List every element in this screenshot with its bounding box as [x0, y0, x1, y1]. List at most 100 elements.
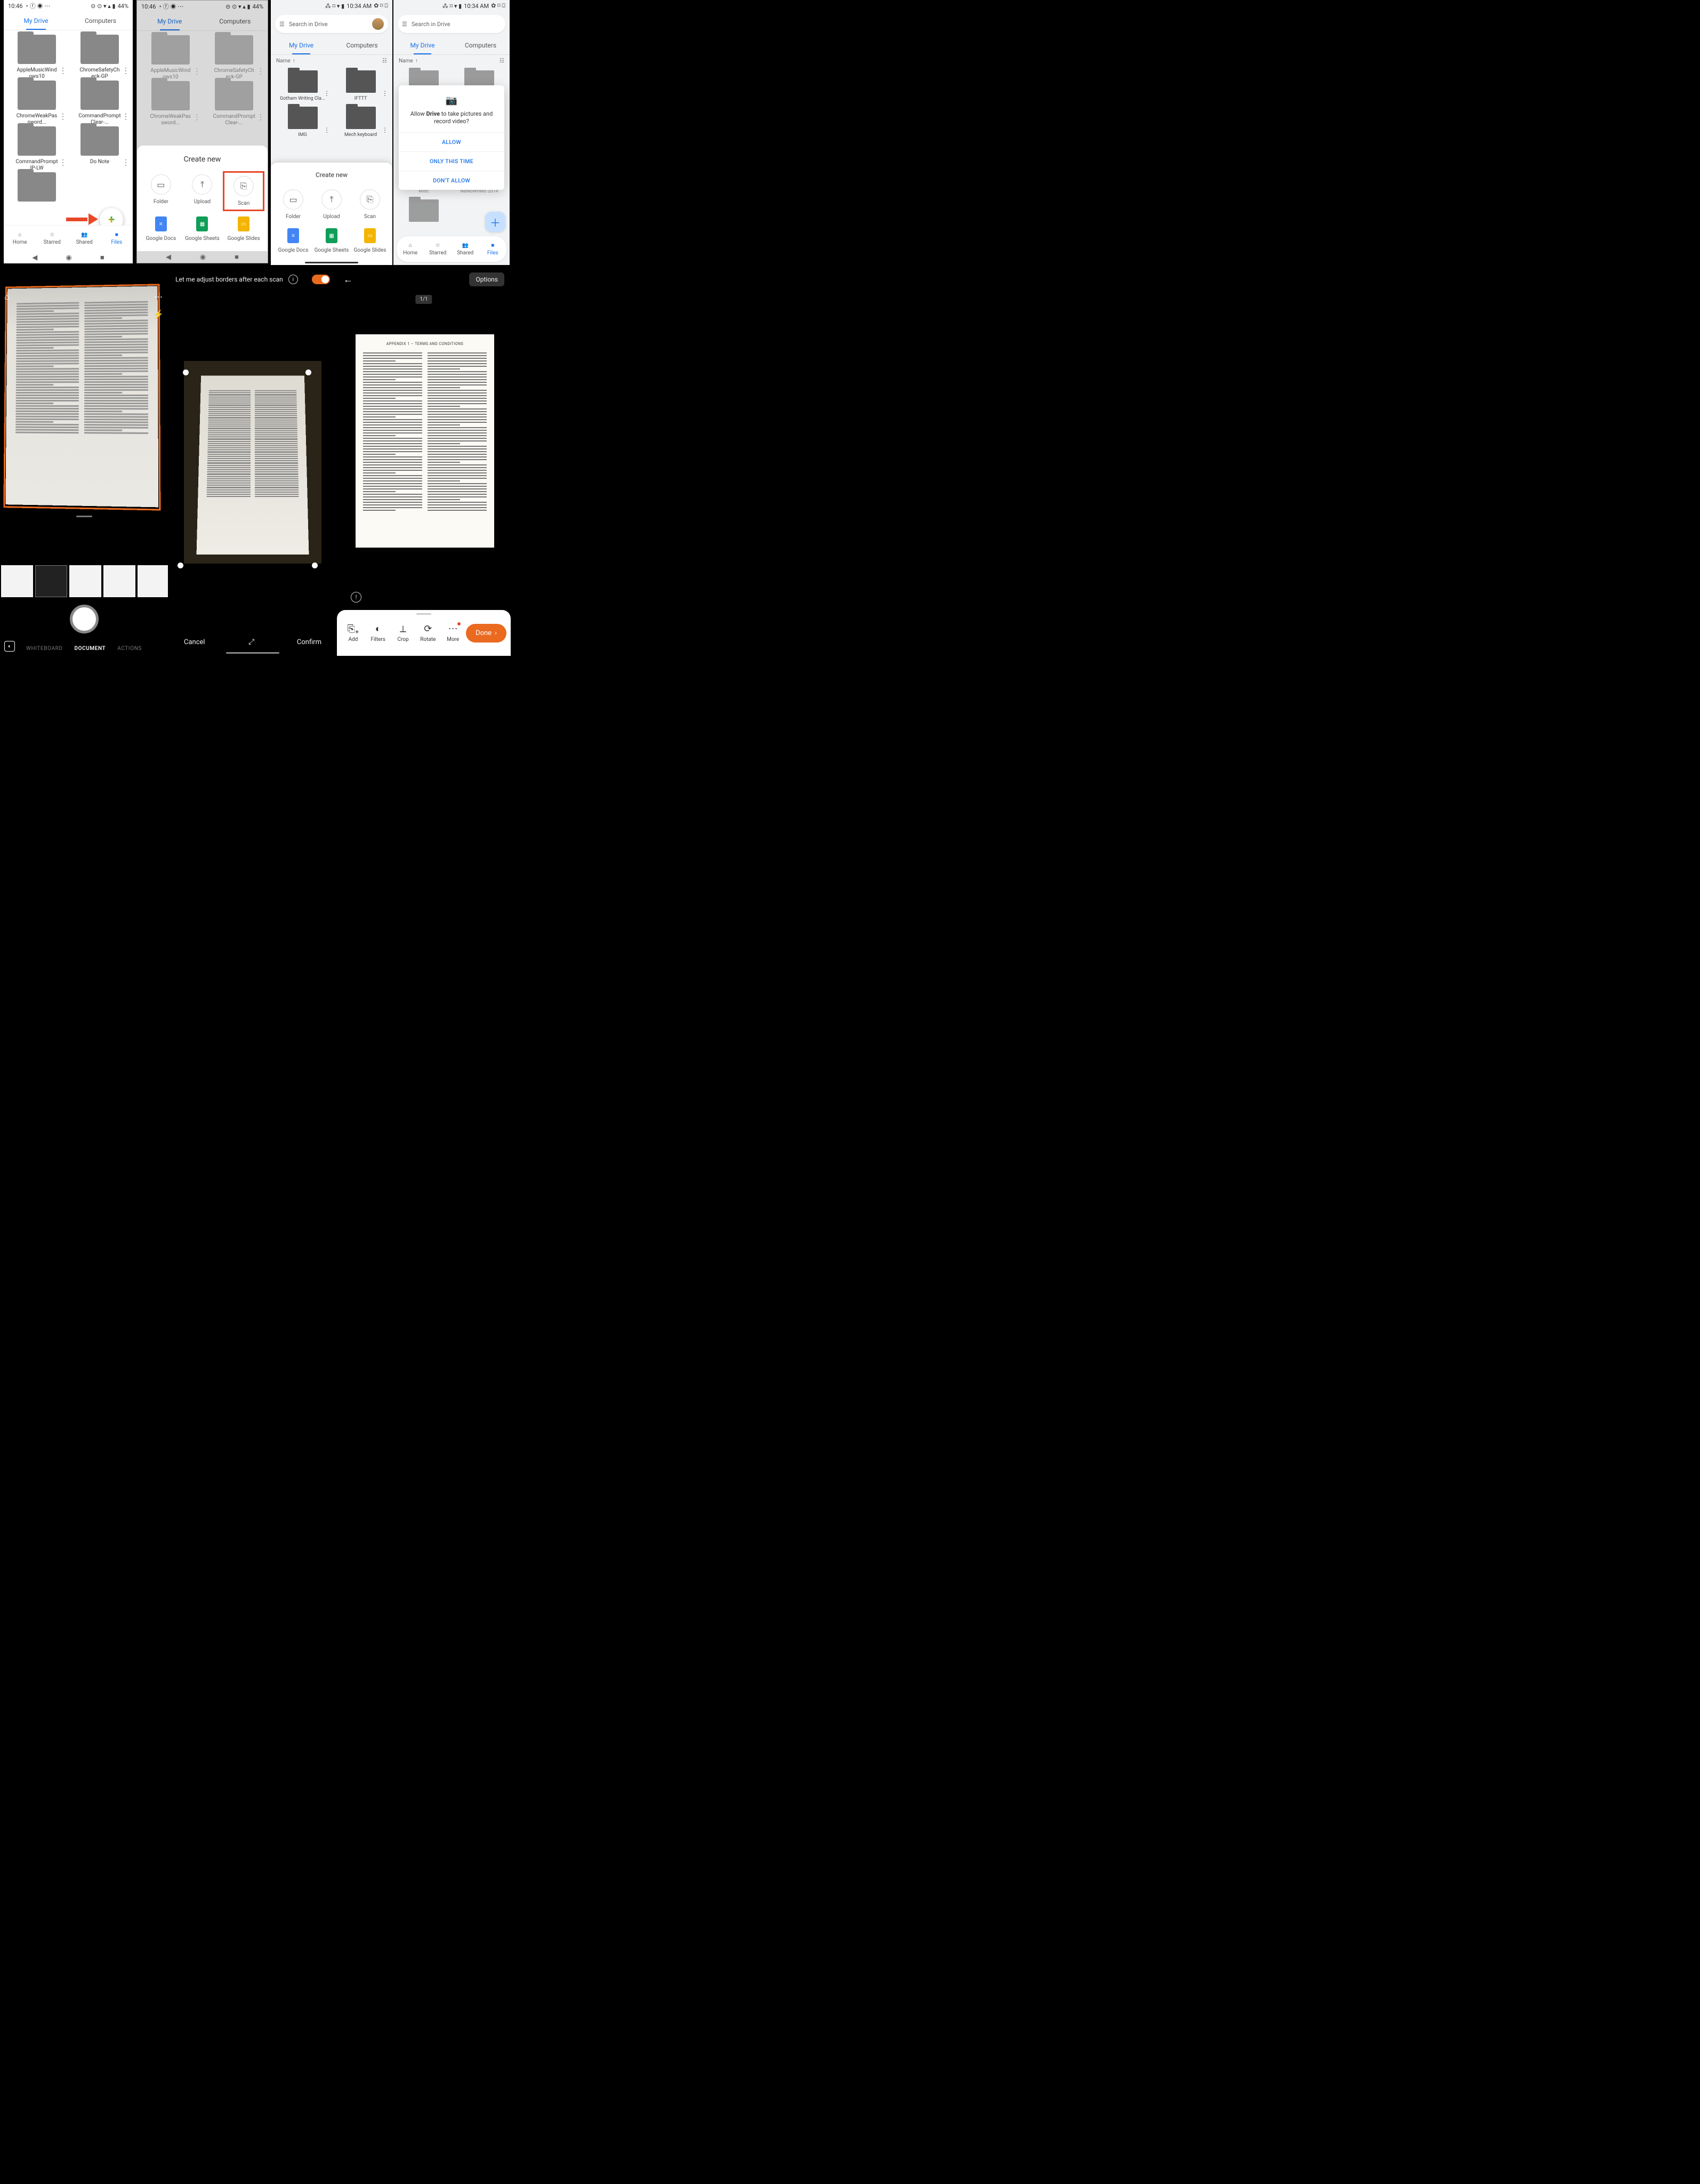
search-bar[interactable]: ☰ Search in Drive [275, 15, 388, 33]
thumb[interactable] [35, 565, 67, 597]
sort-header[interactable]: Name↑☷ [271, 55, 392, 67]
mode-document[interactable]: DOCUMENT [75, 646, 106, 652]
nav-starred[interactable]: ☆Starred [424, 236, 452, 262]
back-icon[interactable]: ◀ [166, 253, 171, 261]
more-icon[interactable]: ⋯ [154, 292, 163, 302]
tab-my-drive[interactable]: My Drive [271, 36, 332, 54]
nav-shared[interactable]: 👥Shared [68, 226, 101, 252]
recents-icon[interactable]: ■ [235, 253, 239, 261]
fab-create[interactable]: ＋ [485, 212, 505, 232]
adjust-toggle[interactable] [312, 275, 330, 284]
crop-handle[interactable] [305, 370, 311, 375]
home-circle-icon[interactable]: ◉ [66, 254, 71, 262]
thumb[interactable] [103, 565, 135, 597]
kebab-icon[interactable]: ⋮ [59, 158, 67, 167]
tool-rotate[interactable]: ⟳Rotate [416, 623, 440, 643]
tab-my-drive[interactable]: My Drive [393, 36, 452, 54]
tool-filters[interactable]: ◐Filters [366, 623, 390, 643]
create-docs[interactable]: ≡Google Docs [274, 225, 312, 256]
menu-icon[interactable]: ☰ [402, 21, 407, 28]
back-arrow-icon[interactable]: ← [343, 274, 353, 285]
kebab-icon[interactable]: ⋮ [122, 67, 130, 75]
nav-starred[interactable]: ☆Starred [36, 226, 69, 252]
kebab-icon[interactable]: ⋮ [382, 90, 388, 97]
crop-handle[interactable] [183, 370, 189, 375]
kebab-icon[interactable]: ⋮ [324, 126, 330, 134]
drag-handle[interactable] [416, 613, 431, 615]
nav-files[interactable]: ■Files [101, 226, 133, 252]
view-toggle-icon[interactable]: ☷ [499, 58, 504, 64]
kebab-icon[interactable]: ⋮ [324, 90, 330, 97]
folder-item[interactable]: CommandPromptClear-...⋮ [69, 81, 131, 125]
create-slides[interactable]: ▭Google Slides [351, 225, 389, 256]
create-scan[interactable]: ⎘Scan [223, 171, 264, 211]
folder-item[interactable]: ChromeSafetyCheck-GP⋮ [69, 35, 131, 79]
back-icon[interactable]: ◀ [32, 254, 37, 262]
options-button[interactable]: Options [469, 272, 504, 286]
thumb[interactable] [69, 565, 101, 597]
tool-more[interactable]: ⋯More [441, 623, 465, 643]
folder-item[interactable]: CommandPromptIP-LW⋮ [6, 126, 68, 171]
perm-dont-allow-button[interactable]: DON'T ALLOW [399, 171, 504, 190]
create-sheets[interactable]: ▦Google Sheets [312, 225, 351, 256]
tab-computers[interactable]: Computers [452, 36, 510, 54]
mode-actions[interactable]: ACTIONS [117, 646, 142, 652]
avatar[interactable] [372, 18, 384, 30]
view-toggle-icon[interactable]: ☷ [382, 58, 387, 64]
create-sheets[interactable]: ▦Google Sheets [182, 213, 223, 245]
folder-item[interactable]: IMG⋮ [274, 107, 331, 138]
warning-icon[interactable]: ! [351, 592, 361, 603]
create-folder[interactable]: ▭Folder [274, 186, 312, 223]
recents-icon[interactable]: ■ [100, 253, 104, 262]
shutter-button[interactable] [70, 605, 99, 633]
tool-add[interactable]: ⎘₊Add [341, 623, 365, 643]
crop-handle[interactable] [312, 563, 318, 568]
tab-computers[interactable]: Computers [68, 12, 133, 30]
folder-item[interactable] [6, 172, 68, 202]
folder-item[interactable]: IFTTT⋮ [332, 70, 389, 101]
mode-whiteboard[interactable]: WHITEBOARD [26, 646, 63, 652]
scanned-page[interactable]: APPENDIX 1 – TERMS AND CONDITIONS [356, 334, 494, 548]
folder-item[interactable]: ChromeWeakPassword...⋮ [6, 81, 68, 125]
home-icon[interactable]: ⌂ [4, 292, 10, 319]
folder-item[interactable]: Gotham Writing Cla...⋮ [274, 70, 331, 101]
done-button[interactable]: Done› [466, 624, 506, 643]
create-slides[interactable]: ▭Google Slides [223, 213, 264, 245]
perm-only-this-time-button[interactable]: ONLY THIS TIME [399, 151, 504, 171]
tab-computers[interactable]: Computers [332, 36, 392, 54]
perm-allow-button[interactable]: ALLOW [399, 132, 504, 151]
drag-handle[interactable] [76, 516, 92, 517]
kebab-icon[interactable]: ⋮ [122, 113, 130, 121]
crop-handle[interactable] [178, 563, 183, 568]
folder-item[interactable]: Do Note⋮ [69, 126, 131, 171]
create-upload[interactable]: ⤒Upload [182, 171, 223, 211]
home-circle-icon[interactable]: ◉ [200, 253, 206, 261]
nav-home[interactable]: ⌂Home [4, 226, 36, 252]
nav-files[interactable]: ■Files [479, 236, 507, 262]
create-docs[interactable]: ≡Google Docs [140, 213, 182, 245]
upload-icon: ⤒ [192, 174, 212, 195]
tab-my-drive[interactable]: My Drive [4, 12, 68, 30]
kebab-icon[interactable]: ⋮ [382, 126, 388, 134]
kebab-icon[interactable]: ⋮ [59, 113, 67, 121]
create-scan[interactable]: ⎘Scan [351, 186, 389, 223]
confirm-button[interactable]: Confirm [297, 638, 321, 646]
menu-icon[interactable]: ☰ [279, 21, 285, 28]
sort-header[interactable]: Name↑☷ [393, 55, 510, 67]
folder-item[interactable]: Mech keyboard⋮ [332, 107, 389, 138]
kebab-icon[interactable]: ⋮ [59, 67, 67, 75]
folder-item[interactable]: AppleMusicWindows10⋮ [6, 35, 68, 79]
thumb[interactable] [1, 565, 33, 597]
kebab-icon[interactable]: ⋮ [122, 158, 130, 167]
search-bar[interactable]: ☰ Search in Drive [398, 15, 505, 33]
create-folder[interactable]: ▭Folder [140, 171, 182, 211]
expand-icon[interactable]: ⤢ [248, 638, 253, 646]
info-icon[interactable]: i [288, 275, 298, 284]
create-upload[interactable]: ⤒Upload [312, 186, 351, 223]
cancel-button[interactable]: Cancel [184, 638, 205, 646]
nav-shared[interactable]: 👥Shared [452, 236, 479, 262]
nav-home[interactable]: ⌂Home [397, 236, 424, 262]
tool-crop[interactable]: ⟂Crop [391, 623, 415, 643]
thumb[interactable] [138, 565, 168, 597]
flash-icon[interactable]: ⚡ [153, 309, 164, 319]
